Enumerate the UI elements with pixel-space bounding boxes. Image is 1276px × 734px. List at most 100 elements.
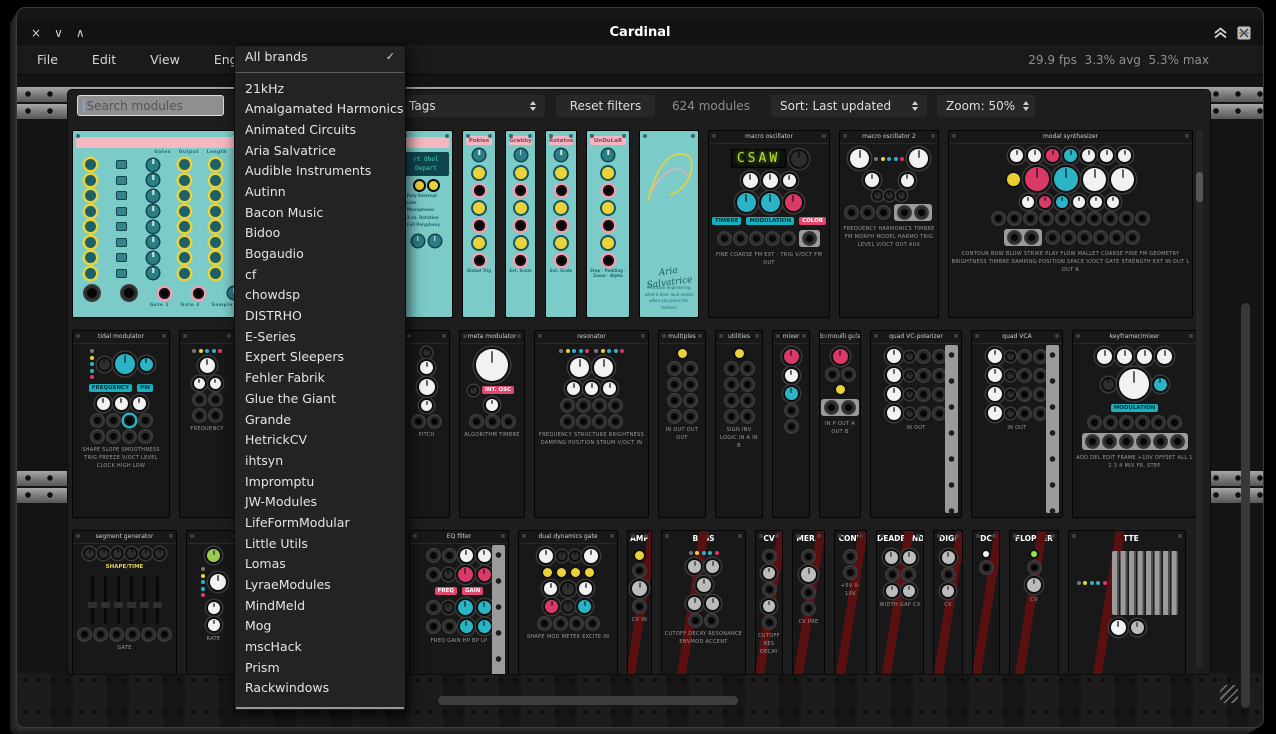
sort-select[interactable]: Sort: Last updated (771, 95, 927, 117)
jack-port (578, 416, 589, 427)
brand-menu-item[interactable]: E-Series (235, 326, 405, 347)
module-decor-row (840, 173, 938, 187)
reset-filters-button[interactable]: Reset filters (556, 95, 655, 117)
rack-vertical-scrollbar[interactable] (1241, 303, 1250, 708)
module-card[interactable]: quad VC-polarizerIN OUT (870, 330, 962, 518)
module-card[interactable]: dual dynamics gateSHAPE MOD METER EXCITE… (518, 530, 618, 675)
brand-menu-item[interactable]: LyraeModules (235, 574, 405, 595)
rack-horizontal-scrollbar[interactable] (438, 696, 738, 705)
brand-menu-item[interactable]: Impromptu (235, 471, 405, 492)
module-card[interactable]: quad VCAIN OUT (971, 330, 1063, 518)
brand-menu-item[interactable]: ihtsyn (235, 450, 405, 471)
brand-menu-item[interactable]: DISTRHO (235, 305, 405, 326)
brand-menu-item[interactable]: Expert Sleepers (235, 347, 405, 368)
brand-menu-item[interactable]: 21kHz (235, 78, 405, 99)
collapse-all-icon[interactable] (1213, 27, 1228, 39)
module-card[interactable]: utilitiesSIGN INV LOGIC IN A IN B (715, 330, 763, 518)
module-card[interactable]: JETTE (1068, 530, 1186, 675)
module-card[interactable]: macro oscillatorCSAWTIMBREMODULATIONCOLO… (708, 130, 830, 318)
brand-menu-item[interactable]: Amalgamated Harmonics (235, 98, 405, 119)
module-card[interactable]: DEADBANDWIDTH GAP CV (876, 530, 924, 675)
brand-menu-item[interactable]: Bacon Music (235, 202, 405, 223)
brand-menu-item[interactable]: Grande (235, 409, 405, 430)
module-card[interactable]: rt ObolDepart· Poly External Scale· Mono… (399, 130, 453, 318)
module-card[interactable]: segment generatorSHAPE/TIMEGATE (72, 530, 177, 675)
module-card[interactable]: PokiesGlobal Trig (462, 130, 496, 318)
menu-item-file[interactable]: File (37, 52, 58, 67)
zoom-select[interactable]: Zoom: 50% (937, 95, 1035, 117)
browser-vertical-scrollbar[interactable] (1196, 130, 1203, 668)
module-decor-row (973, 551, 999, 557)
module-card[interactable]: DC (972, 530, 1000, 675)
menu-item-view[interactable]: View (150, 52, 180, 67)
module-decor-row (519, 582, 617, 595)
module-card[interactable]: FREQUENCY (179, 330, 235, 518)
brand-menu-item[interactable]: Bidoo (235, 223, 405, 244)
module-card[interactable]: BASSCUTOFF DECAY RESONANCE ENVMOD ACCENT (661, 530, 746, 675)
brand-menu-item[interactable]: MindMeld (235, 595, 405, 616)
module-card[interactable]: AMPCV IN (627, 530, 652, 675)
brand-menu-item[interactable]: Mog (235, 616, 405, 637)
module-card[interactable]: MERACV PRE (792, 530, 825, 675)
brand-menu-item[interactable]: chowdsp (235, 285, 405, 306)
module-card[interactable]: AriaSalvatricePrecision engineering what… (639, 130, 699, 318)
module-card[interactable]: DIGICV (933, 530, 963, 675)
brand-menu-item[interactable]: Bogaudio (235, 243, 405, 264)
menu-item-edit[interactable]: Edit (92, 52, 116, 67)
brand-menu-item[interactable]: mscHack (235, 636, 405, 657)
resize-grip[interactable] (1220, 685, 1238, 703)
search-input[interactable]: Search modules (77, 95, 224, 116)
led (874, 157, 878, 161)
brand-menu-item[interactable]: Aria Salvatrice (235, 140, 405, 161)
module-card[interactable]: mixer (772, 330, 810, 518)
brand-menu-item[interactable]: Little Utils (235, 533, 405, 554)
brand-menu-item-selected[interactable]: All brands✓ (235, 46, 405, 67)
module-decor-row (180, 394, 234, 405)
module-card[interactable]: bernoulli gateIN P OUT A OUT B (819, 330, 861, 518)
module-card[interactable]: EQ filterFREQGAINFREQ GAIN HP BP LP (409, 530, 509, 675)
brand-menu-item[interactable]: HetrickCV (235, 429, 405, 450)
teal-knob (116, 238, 127, 247)
module-card[interactable]: multiplesIN OUT OUT OUT (658, 330, 706, 518)
scrollbar-thumb[interactable] (1196, 172, 1203, 202)
module-card[interactable]: macro oscillator 2FREQUENCY HARMONICS TI… (839, 130, 939, 318)
jack-port (594, 400, 605, 411)
host-app-icon[interactable] (1237, 26, 1251, 40)
jack-port (474, 220, 485, 231)
brand-menu-item[interactable]: Lomas (235, 554, 405, 575)
brand-menu-item[interactable]: LifeFormModular (235, 512, 405, 533)
module-decor-row (519, 568, 617, 577)
brand-menu-item[interactable]: Glue the Giant (235, 388, 405, 409)
brand-menu-item[interactable]: Prism (235, 657, 405, 678)
brand-menu-item[interactable]: Fehler Fabrik (235, 367, 405, 388)
module-card[interactable]: RotatoesExt. Scale (545, 130, 577, 318)
module-card[interactable]: FLOPPERCV (1009, 530, 1059, 675)
module-card[interactable]: CONV+5V 0-10V (834, 530, 867, 675)
module-decor-row (73, 349, 169, 379)
module-card[interactable]: CVCUTOFF RES DECAY (755, 530, 783, 675)
module-card[interactable]: modal synthesizerCONTOUR BOW BLOW STRIKE… (948, 130, 1193, 318)
module-card[interactable]: GrabbyExt. Scale (505, 130, 536, 318)
module-card[interactable]: resonatorFREQUENCY STRUCTURE BRIGHTNESS … (534, 330, 649, 518)
jack-port (764, 584, 775, 595)
led-cluster (689, 551, 719, 555)
brand-menu-item[interactable]: Audible Instruments (235, 160, 405, 181)
tags-filter-select[interactable]: Tags (400, 95, 545, 117)
brand-menu-item[interactable]: cf (235, 264, 405, 285)
brand-menu-item[interactable]: Animated Circuits (235, 119, 405, 140)
brand-menu-item[interactable]: JW-Modules (235, 491, 405, 512)
module-card[interactable]: PITCH (403, 330, 450, 518)
module-card[interactable]: UnDuLaRStep · Padding · Zoom · Alpha (586, 130, 630, 318)
panel-label-chip: FREQUENCY (89, 384, 132, 392)
led (559, 349, 563, 353)
jack-port (634, 601, 645, 612)
module-card[interactable]: meta modulatorINT. OSCALGORITHM TIMBRE (459, 330, 525, 518)
jack-port (845, 551, 856, 562)
play-button[interactable] (1007, 173, 1020, 186)
brand-menu-item[interactable]: Rackwindows (235, 678, 405, 699)
module-card[interactable]: tidal modulatorFREQUENCYPWSHAPE SLOPE SM… (72, 330, 170, 518)
module-card[interactable]: RATE (186, 530, 241, 675)
teal-knob (429, 235, 441, 247)
brand-menu-item[interactable]: Autinn (235, 181, 405, 202)
module-card[interactable]: keyframer/mixerMODULATIONADD DEL EDIT FR… (1072, 330, 1197, 518)
